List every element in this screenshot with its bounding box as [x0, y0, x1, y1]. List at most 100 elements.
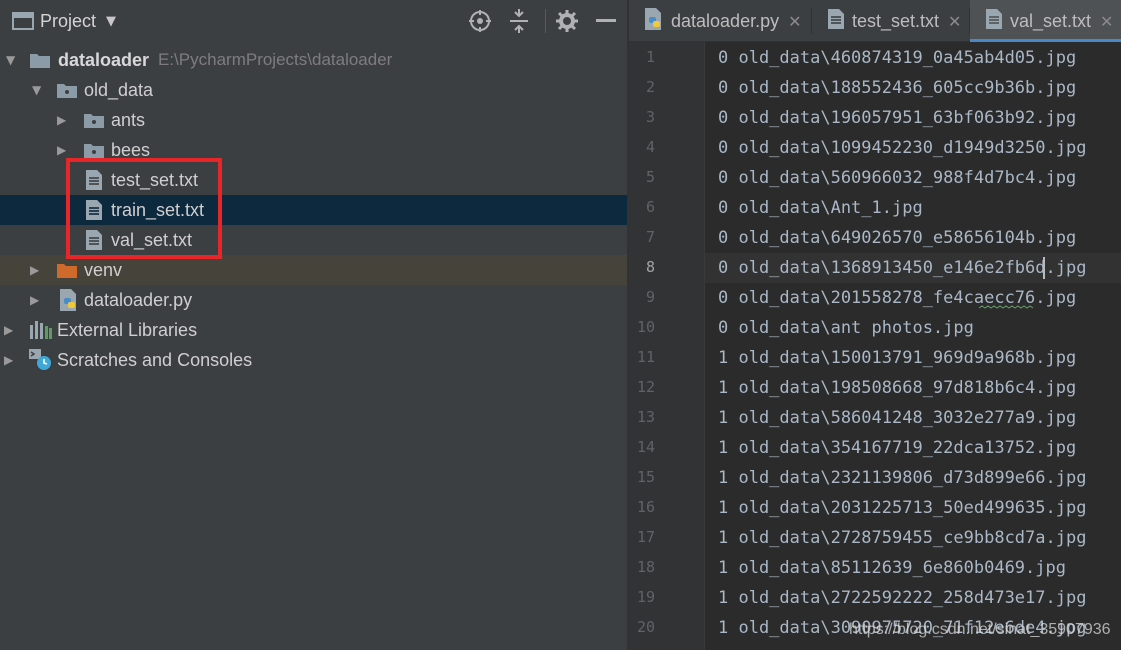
line-number: 14	[636, 438, 655, 456]
tree-item-label: External Libraries	[57, 320, 198, 340]
line-number: 13	[636, 408, 655, 426]
tree-item-test-set[interactable]: test_set.txt	[0, 165, 627, 195]
python-file-icon	[643, 8, 663, 34]
tree-item-train-set[interactable]: train_set.txt	[0, 195, 627, 225]
tab-label: dataloader.py	[671, 10, 780, 31]
header-separator	[545, 9, 546, 33]
line-number: 6	[645, 198, 655, 216]
folder-icon	[84, 105, 104, 135]
tree-item-label: dataloader	[58, 50, 150, 70]
tree-item-label: ants	[111, 110, 146, 130]
code-line[interactable]: 1 old_data\2321139806_d73d899e66.jpg	[718, 468, 1086, 488]
project-tool-window: Project ▼ ▼ dataloader E:\PycharmProject…	[0, 0, 627, 650]
text-file-icon	[828, 9, 844, 33]
scratches-icon	[29, 345, 53, 375]
code-line[interactable]: 0 old_data\ant photos.jpg	[718, 318, 974, 338]
tree-item-label: old_data	[84, 80, 154, 100]
project-path: E:\PycharmProjects\dataloader	[158, 50, 393, 69]
line-number: 7	[645, 228, 655, 246]
code-line[interactable]: 1 old_data\354167719_22dca13752.jpg	[718, 438, 1076, 458]
libraries-icon	[30, 315, 52, 345]
code-line[interactable]: 1 old_data\2722592222_258d473e17.jpg	[718, 588, 1086, 608]
tree-item-ants[interactable]: ▶ ants	[0, 105, 627, 135]
editor-tab-bar: dataloader.py ✕ test_set.txt ✕ val_set.t…	[629, 0, 1121, 42]
code-line[interactable]: 0 old_data\649026570_e58656104b.jpg	[718, 228, 1076, 248]
code-line[interactable]: 1 old_data\2031225713_50ed499635.jpg	[718, 498, 1086, 518]
collapsed-arrow-icon[interactable]: ▶	[57, 135, 71, 165]
close-icon[interactable]: ✕	[788, 12, 801, 31]
tree-item-label: test_set.txt	[111, 170, 199, 190]
collapsed-arrow-icon[interactable]: ▶	[30, 255, 44, 285]
line-number: 2	[645, 78, 655, 96]
folder-icon	[84, 135, 104, 165]
line-number: 9	[645, 288, 655, 306]
gear-icon[interactable]	[556, 0, 578, 42]
line-number: 1	[645, 48, 655, 66]
chevron-down-icon[interactable]: ▼	[106, 0, 116, 42]
line-number: 3	[645, 108, 655, 126]
tree-item-scratches[interactable]: ▶ Scratches and Consoles	[0, 345, 627, 375]
locate-icon[interactable]	[468, 0, 492, 42]
editor-area: dataloader.py ✕ test_set.txt ✕ val_set.t…	[629, 0, 1121, 650]
tab-label: val_set.txt	[1010, 10, 1092, 31]
gutter-divider	[704, 42, 705, 650]
line-number: 4	[645, 138, 655, 156]
folder-icon	[57, 75, 77, 105]
project-panel-header: Project ▼	[0, 0, 627, 42]
code-line[interactable]: 0 old_data\1099452230_d1949d3250.jpg	[718, 138, 1086, 158]
line-number: 19	[636, 588, 655, 606]
text-caret	[1043, 257, 1045, 279]
code-line[interactable]: 0 old_data\560966032_988f4d7bc4.jpg	[718, 168, 1076, 188]
expanded-arrow-icon[interactable]: ▼	[32, 75, 46, 105]
collapsed-arrow-icon[interactable]: ▶	[4, 345, 18, 375]
line-number: 8	[645, 258, 655, 276]
tree-item-bees[interactable]: ▶ bees	[0, 135, 627, 165]
text-file-icon	[86, 195, 102, 225]
tab-val-set[interactable]: val_set.txt ✕	[970, 0, 1121, 42]
typo-squiggle	[979, 305, 1034, 309]
collapsed-arrow-icon[interactable]: ▶	[4, 315, 18, 345]
close-icon[interactable]: ✕	[1100, 12, 1113, 31]
code-line[interactable]: 1 old_data\586041248_3032e277a9.jpg	[718, 408, 1076, 428]
python-file-icon	[58, 285, 78, 315]
line-number: 5	[645, 168, 655, 186]
code-line[interactable]: 1 old_data\2728759455_ce9bb8cd7a.jpg	[718, 528, 1086, 548]
collapsed-arrow-icon[interactable]: ▶	[30, 285, 44, 315]
code-line[interactable]: 1 old_data\150013791_969d9a968b.jpg	[718, 348, 1076, 368]
tree-item-old-data[interactable]: ▼ old_data	[0, 75, 627, 105]
code-line[interactable]: 0 old_data\460874319_0a45ab4d05.jpg	[718, 48, 1076, 68]
tree-item-dataloader-py[interactable]: ▶ dataloader.py	[0, 285, 627, 315]
tree-item-label: bees	[111, 140, 151, 160]
line-number: 20	[636, 618, 655, 636]
tree-item-venv[interactable]: ▶ venv	[0, 255, 627, 285]
tab-label: test_set.txt	[852, 10, 940, 31]
line-number: 15	[636, 468, 655, 486]
tree-item-external-libraries[interactable]: ▶ External Libraries	[0, 315, 627, 345]
folder-icon	[30, 45, 50, 75]
project-view-title[interactable]: Project	[40, 0, 96, 42]
code-line[interactable]: 1 old_data\198508668_97d818b6c4.jpg	[718, 378, 1076, 398]
close-icon[interactable]: ✕	[948, 12, 961, 31]
text-file-icon	[86, 165, 102, 195]
tab-test-set[interactable]: test_set.txt ✕	[812, 0, 969, 42]
line-number: 17	[636, 528, 655, 546]
collapsed-arrow-icon[interactable]: ▶	[57, 105, 71, 135]
code-line[interactable]: 0 old_data\188552436_605cc9b36b.jpg	[718, 78, 1076, 98]
code-line[interactable]: 1 old_data\85112639_6e860b0469.jpg	[718, 558, 1066, 578]
collapse-all-icon[interactable]	[508, 0, 530, 42]
tree-item-label: dataloader.py	[84, 290, 193, 310]
text-file-icon	[986, 9, 1002, 33]
code-line[interactable]: 0 old_data\Ant_1.jpg	[718, 198, 923, 218]
code-line[interactable]: 0 old_data\196057951_63bf063b92.jpg	[718, 108, 1076, 128]
tree-item-dataloader[interactable]: ▼ dataloader E:\PycharmProjects\dataload…	[0, 45, 627, 75]
expanded-arrow-icon[interactable]: ▼	[6, 45, 20, 75]
hide-icon[interactable]	[596, 0, 616, 42]
tab-dataloader-py[interactable]: dataloader.py ✕	[629, 0, 809, 42]
project-window-icon	[12, 0, 34, 42]
tree-item-val-set[interactable]: val_set.txt	[0, 225, 627, 255]
excluded-folder-icon	[57, 255, 77, 285]
line-number: 11	[636, 348, 655, 366]
code-line[interactable]: 0 old_data\1368913450_e146e2fb6d.jpg	[718, 258, 1086, 278]
tree-item-label: train_set.txt	[111, 200, 205, 220]
tree-item-label: venv	[84, 260, 123, 280]
